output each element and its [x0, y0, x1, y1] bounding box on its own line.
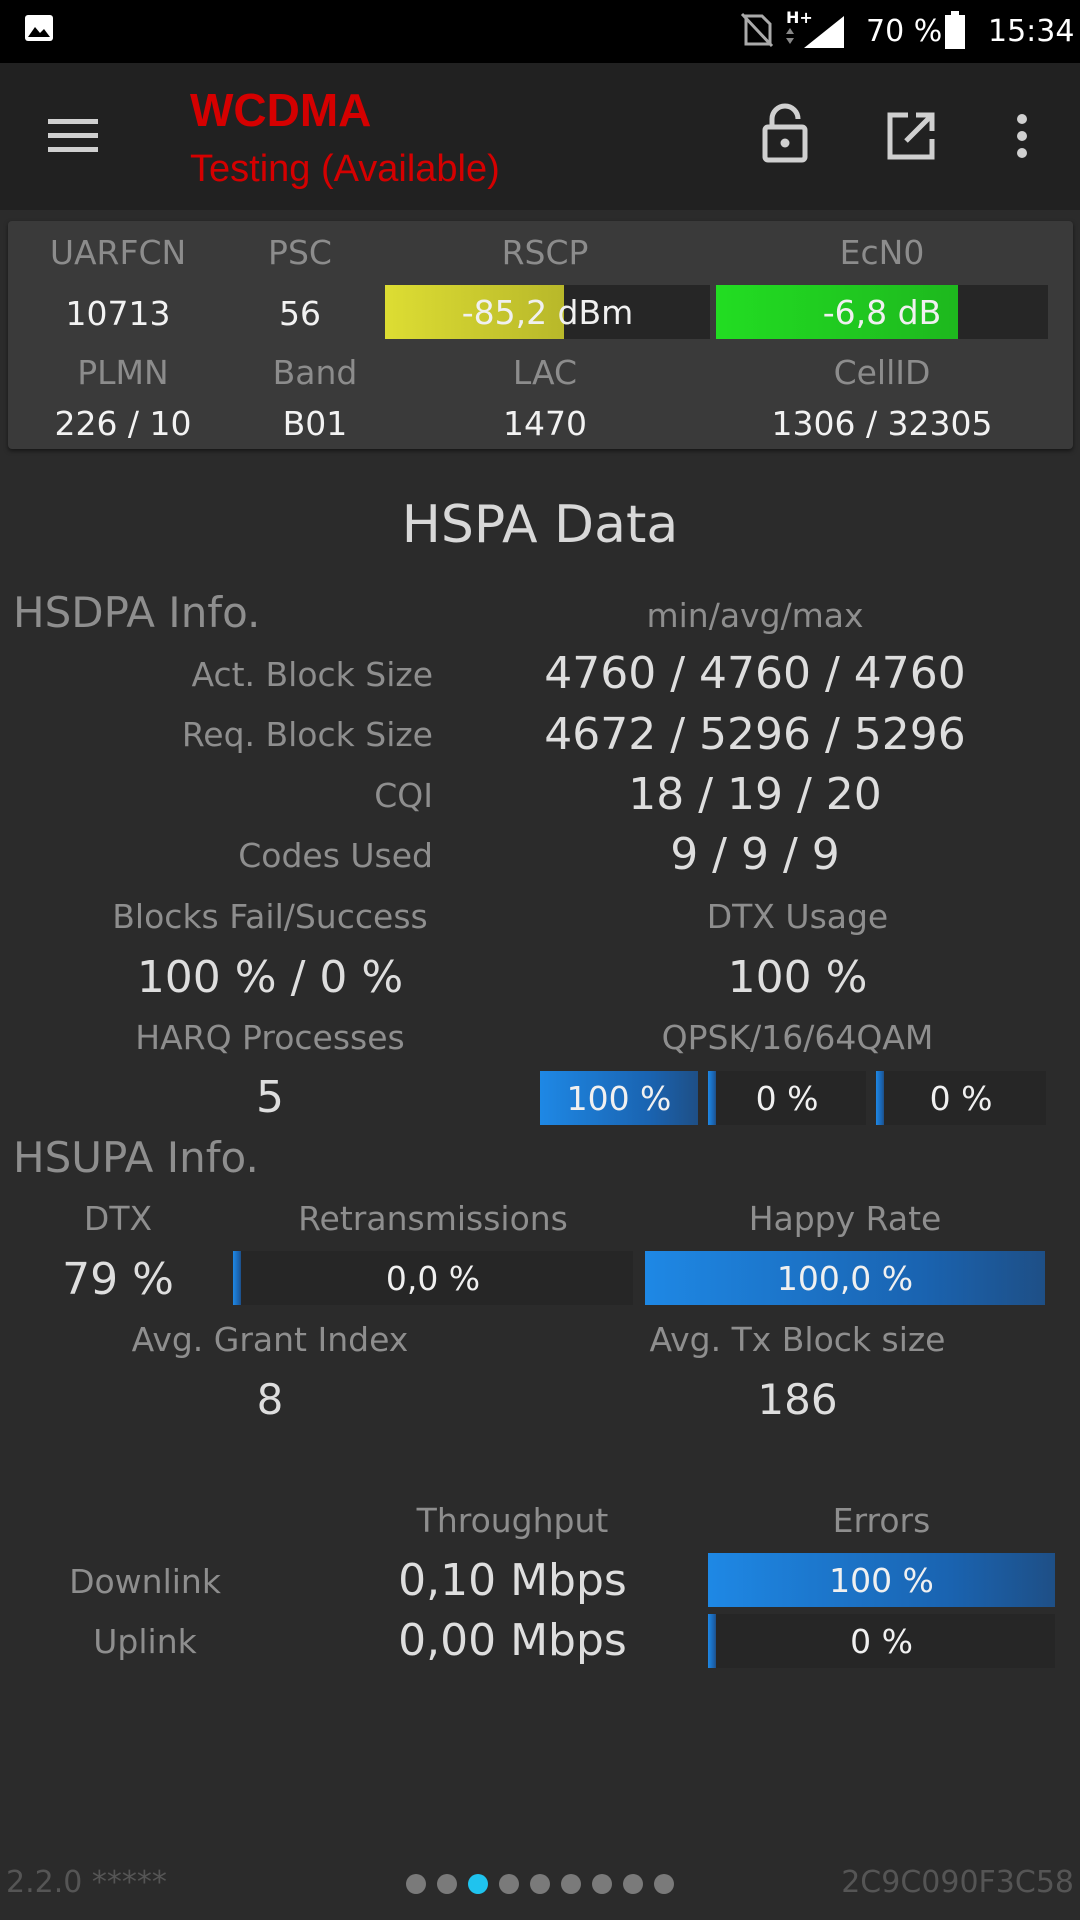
- downlink-label: Downlink: [69, 1562, 221, 1601]
- device-id-label: 2C9C090F3C58: [841, 1865, 1074, 1900]
- hsupa-dtx-label: DTX: [83, 1199, 153, 1238]
- qam64-bar: 0 %: [876, 1071, 1046, 1125]
- open-external-icon[interactable]: [886, 111, 936, 161]
- page-dot[interactable]: [499, 1874, 519, 1894]
- uplink-errors-bar: 0 %: [708, 1614, 1055, 1668]
- page-dot[interactable]: [654, 1874, 674, 1894]
- rscp-meter: -85,2 dBm: [385, 285, 710, 339]
- retransmissions-bar: 0,0 %: [233, 1251, 633, 1305]
- codes-used-value: 9 / 9 / 9: [670, 829, 840, 880]
- psc-value: 56: [279, 294, 321, 333]
- page-dot[interactable]: [437, 1874, 457, 1894]
- happy-rate-bar: 100,0 %: [645, 1251, 1045, 1305]
- page-dot[interactable]: [623, 1874, 643, 1894]
- act-block-size-label: Act. Block Size: [191, 655, 433, 694]
- image-notification-icon: [25, 15, 53, 41]
- battery-icon: [945, 11, 965, 49]
- cellid-value: 1306 / 32305: [771, 404, 993, 443]
- battery-percent: 70 %: [866, 14, 943, 49]
- harq-processes-label: HARQ Processes: [135, 1018, 405, 1057]
- ecn0-meter: -6,8 dB: [716, 285, 1048, 339]
- downlink-errors-bar: 100 %: [708, 1553, 1055, 1607]
- qam16-value: 0 %: [755, 1078, 819, 1118]
- lac-value: 1470: [503, 404, 587, 443]
- dtx-usage-label: DTX Usage: [706, 897, 889, 936]
- qam16-bar: 0 %: [708, 1071, 866, 1125]
- band-value: B01: [282, 404, 348, 443]
- page-title: HSPA Data: [401, 495, 679, 555]
- qpsk-value: 100 %: [566, 1078, 672, 1118]
- qpsk-bar: 100 %: [540, 1071, 698, 1125]
- uarfcn-value: 10713: [65, 294, 171, 333]
- hsupa-dtx-value: 79 %: [62, 1254, 174, 1305]
- retransmissions-label: Retransmissions: [298, 1199, 568, 1238]
- rscp-header: RSCP: [501, 233, 589, 272]
- uarfcn-header: UARFCN: [49, 233, 187, 272]
- harq-processes-value: 5: [256, 1072, 284, 1123]
- hsupa-section-title: HSUPA Info.: [13, 1133, 259, 1182]
- uplink-throughput-value: 0,00 Mbps: [398, 1615, 627, 1666]
- page-dot[interactable]: [561, 1874, 581, 1894]
- retransmissions-value: 0,0 %: [385, 1258, 481, 1298]
- avg-tx-block-size-value: 186: [757, 1375, 838, 1424]
- band-header: Band: [272, 353, 358, 392]
- page-dot[interactable]: [592, 1874, 612, 1894]
- avg-grant-index-value: 8: [256, 1375, 284, 1424]
- lock-icon[interactable]: [760, 103, 810, 163]
- app-title: WCDMA: [190, 84, 372, 136]
- blocks-fail-success-label: Blocks Fail/Success: [112, 897, 428, 936]
- rscp-value: -85,2 dBm: [461, 292, 634, 332]
- downlink-errors-value: 100 %: [829, 1560, 934, 1600]
- cqi-value: 18 / 19 / 20: [628, 769, 882, 820]
- page-dot[interactable]: [406, 1874, 426, 1894]
- qam64-value: 0 %: [929, 1078, 993, 1118]
- act-block-size-value: 4760 / 4760 / 4760: [544, 648, 966, 699]
- clock: 15:34: [988, 14, 1075, 49]
- plmn-header: PLMN: [77, 353, 169, 392]
- modulation-label: QPSK/16/64QAM: [661, 1018, 934, 1057]
- avg-tx-block-size-label: Avg. Tx Block size: [649, 1320, 946, 1359]
- avg-grant-index-label: Avg. Grant Index: [131, 1320, 409, 1359]
- ecn0-header: EcN0: [839, 233, 925, 272]
- status-bar: H+ 70 % 15:34: [0, 0, 1080, 63]
- throughput-header: Throughput: [416, 1501, 609, 1540]
- menu-icon[interactable]: [48, 115, 98, 155]
- more-vert-icon[interactable]: [1010, 113, 1034, 159]
- happy-rate-value: 100,0 %: [776, 1258, 914, 1298]
- blocks-fail-success-value: 100 % / 0 %: [136, 952, 404, 1003]
- uplink-label: Uplink: [93, 1622, 197, 1661]
- page-dot[interactable]: [468, 1874, 488, 1894]
- cqi-label: CQI: [374, 776, 433, 815]
- downlink-throughput-value: 0,10 Mbps: [398, 1555, 627, 1606]
- uplink-errors-value: 0 %: [850, 1621, 913, 1661]
- app-subtitle: Testing (Available): [190, 148, 500, 190]
- happy-rate-label: Happy Rate: [748, 1199, 942, 1238]
- lac-header: LAC: [512, 353, 578, 392]
- no-sim-icon: [740, 12, 774, 48]
- ecn0-value: -6,8 dB: [822, 292, 942, 332]
- psc-header: PSC: [268, 233, 332, 272]
- minavgmax-label: min/avg/max: [646, 596, 864, 635]
- page-dot[interactable]: [530, 1874, 550, 1894]
- signal-strength-icon: [786, 16, 844, 48]
- plmn-value: 226 / 10: [54, 404, 192, 443]
- app-toolbar: WCDMA Testing (Available): [0, 63, 1080, 210]
- dtx-usage-value: 100 %: [727, 952, 868, 1003]
- codes-used-label: Codes Used: [238, 836, 433, 875]
- req-block-size-label: Req. Block Size: [181, 715, 433, 754]
- cellid-header: CellID: [833, 353, 931, 392]
- errors-header: Errors: [832, 1501, 931, 1540]
- version-label: 2.2.0 *****: [6, 1865, 167, 1900]
- req-block-size-value: 4672 / 5296 / 5296: [544, 709, 966, 760]
- hsdpa-section-title: HSDPA Info.: [13, 588, 261, 637]
